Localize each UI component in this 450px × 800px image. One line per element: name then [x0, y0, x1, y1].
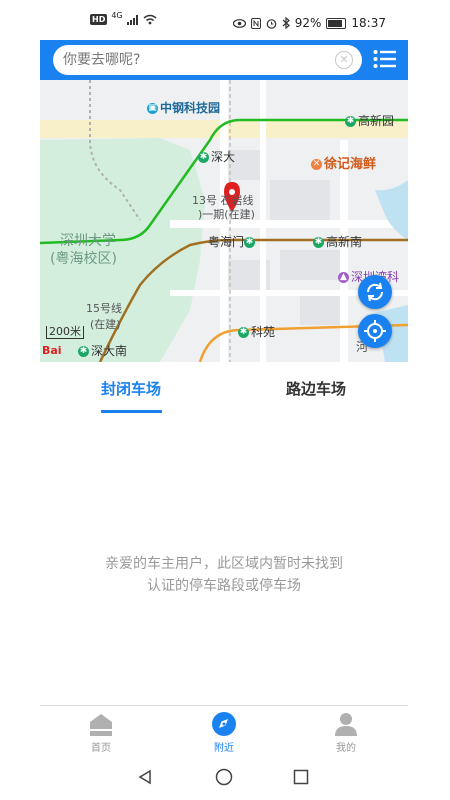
list-menu-icon[interactable] — [373, 49, 397, 69]
empty-message-line1: 亲爱的车主用户，此区域内暂时未找到 — [105, 556, 343, 572]
system-nav-bar — [40, 757, 408, 800]
map-label-shendanan: ✱ 深大南 — [78, 344, 128, 358]
search-input[interactable] — [63, 45, 323, 75]
status-right: 92% 18:37 — [232, 16, 386, 30]
battery-percent: 92% — [294, 16, 322, 30]
search-box[interactable]: ✕ — [53, 45, 362, 75]
tab-closed-parking[interactable]: 封闭车场 — [101, 378, 161, 399]
search-header: ✕ — [40, 40, 408, 80]
clear-icon[interactable]: ✕ — [335, 51, 353, 69]
network-type: 4G — [111, 11, 123, 20]
signal-icon — [126, 14, 138, 25]
user-icon — [335, 713, 357, 736]
map-label-line15-status: (在建) — [90, 318, 121, 331]
metro-icon: ✱ — [238, 327, 249, 338]
nav-label-home: 首页 — [91, 743, 111, 754]
metro-icon: ✱ — [345, 116, 356, 127]
map-label-shenda: ✱ 深大 — [198, 150, 236, 164]
locate-button[interactable] — [358, 314, 392, 348]
nav-label-nearby: 附近 — [214, 743, 234, 754]
metro-icon: ✱ — [198, 152, 209, 163]
home-icon — [90, 714, 112, 736]
recents-icon[interactable] — [293, 769, 309, 785]
map-view[interactable]: ▣ 中钢科技园 ✱ 高新园 ✱ 深大 ✕ 徐记海鲜 13号 石岩线 )一期(在建) 深圳… — [40, 80, 408, 362]
map-label-university: 深圳大学 — [60, 233, 116, 249]
alarm-icon — [266, 18, 277, 29]
compass-icon — [212, 712, 236, 736]
map-label-keyuan: ✱ 科苑 — [238, 325, 276, 339]
battery-icon — [326, 17, 347, 29]
metro-icon: ✱ — [313, 237, 324, 248]
nav-nearby[interactable]: 附近 — [184, 706, 264, 758]
eye-icon — [232, 18, 246, 28]
map-label-gaoxinyuan: ✱ 高新园 — [345, 114, 395, 128]
nav-mine[interactable]: 我的 — [306, 706, 386, 758]
map-label-gaoxinnan: ✱ 高新南 — [313, 235, 363, 249]
nfc-icon — [250, 17, 261, 29]
refresh-icon — [366, 282, 384, 302]
map-scale: 200米 — [46, 326, 84, 339]
empty-message-line2: 认证的停车路段或停车场 — [147, 578, 301, 594]
map-label-yuehaimen: 粤海门 ✱ — [208, 235, 256, 249]
target-icon — [364, 320, 386, 342]
map-label-construction: )一期(在建) — [198, 208, 255, 221]
tab-active-indicator — [101, 410, 162, 413]
metro-icon: ✱ — [78, 346, 89, 357]
nav-home[interactable]: 首页 — [61, 706, 141, 758]
map-label-tech-park: ▣ 中钢科技园 — [147, 101, 221, 115]
back-icon[interactable] — [137, 769, 153, 785]
wifi-icon — [143, 14, 157, 25]
status-bar: HD 4G 92% 18:37 — [40, 0, 408, 40]
app-frame: HD 4G 92% 18:37 ✕ — [40, 0, 408, 800]
metro-icon: ✱ — [244, 237, 256, 248]
bottom-nav: 首页 附近 我的 — [40, 705, 408, 758]
map-label-line15: 15号线 — [86, 302, 122, 315]
clock: 18:37 — [351, 16, 386, 30]
baidu-logo: Bai — [42, 344, 62, 357]
map-label-restaurant: ✕ 徐记海鲜 — [311, 157, 377, 172]
parking-type-tabs: 封闭车场 路边车场 — [40, 362, 408, 414]
bluetooth-icon — [282, 17, 290, 29]
status-left: HD 4G — [90, 11, 157, 25]
empty-state-message: 亲爱的车主用户，此区域内暂时未找到 认证的停车路段或停车场 — [40, 553, 408, 597]
map-label-university-campus: (粤海校区) — [50, 251, 117, 267]
tab-roadside-parking[interactable]: 路边车场 — [286, 378, 346, 399]
hd-badge: HD — [90, 14, 108, 25]
nav-label-mine: 我的 — [336, 743, 356, 754]
home-circle-icon[interactable] — [215, 768, 233, 786]
refresh-button[interactable] — [358, 275, 392, 309]
